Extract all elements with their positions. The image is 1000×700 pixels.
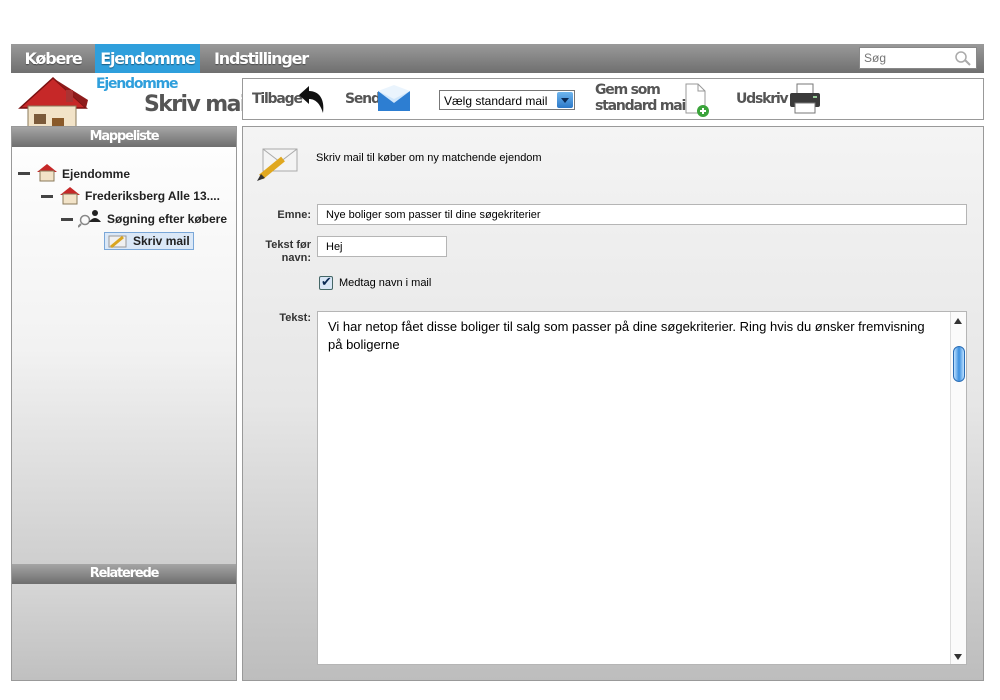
chevron-down-icon[interactable] [557, 92, 573, 108]
back-arrow-icon[interactable] [295, 83, 327, 115]
mail-body-textarea[interactable]: Vi har netop fået disse boliger til salg… [317, 311, 967, 665]
search-input[interactable] [860, 48, 948, 68]
include-name-checkbox[interactable] [319, 274, 333, 290]
house-icon [60, 187, 80, 205]
related-panel [12, 584, 236, 680]
pre-name-label-2: navn: [281, 252, 311, 264]
pre-name-label-1: Tekst før [265, 239, 311, 251]
related-header: Relaterede [12, 564, 236, 584]
collapse-icon[interactable] [18, 172, 30, 175]
scrollbar[interactable] [950, 312, 966, 664]
save-label-line1: Gem som [595, 82, 661, 98]
sidebar: Mappeliste Ejendomme Frederiksberg Alle … [11, 126, 237, 681]
include-name-label: Medtag navn i mail [339, 277, 432, 289]
search-box[interactable] [859, 47, 977, 69]
page-title: Skriv mail [144, 92, 253, 117]
house-icon [37, 164, 57, 182]
tree-item-skriv-mail[interactable]: Skriv mail [104, 232, 194, 250]
scroll-down-icon[interactable] [954, 654, 962, 660]
envelope-icon[interactable] [377, 85, 411, 113]
tree-item-ejendomme[interactable]: Ejendomme [62, 167, 130, 181]
collapse-icon[interactable] [61, 218, 73, 221]
tab-ejendomme[interactable]: Ejendomme [95, 44, 200, 73]
pre-name-field[interactable]: Hej [317, 236, 447, 257]
search-icon[interactable] [954, 50, 972, 66]
new-document-icon[interactable] [683, 81, 711, 119]
pencil-envelope-icon [108, 235, 127, 249]
mail-body-text: Vi har netop fået disse boliger til salg… [328, 319, 925, 352]
printer-icon[interactable] [787, 82, 823, 116]
tree-item-buyer-search[interactable]: Søgning efter købere [107, 212, 227, 226]
scroll-up-icon[interactable] [954, 318, 962, 324]
tree-item-property[interactable]: Frederiksberg Alle 13.... [85, 189, 220, 203]
standard-mail-select[interactable]: Vælg standard mail [439, 90, 575, 110]
subject-label: Emne: [277, 209, 311, 221]
save-label-line2: standard mail [595, 98, 690, 114]
search-person-icon [78, 210, 101, 228]
folder-list-header: Mappeliste [12, 127, 236, 147]
print-button[interactable]: Udskriv [736, 92, 789, 107]
subject-field[interactable]: Nye boliger som passer til dine søgekrit… [317, 204, 967, 225]
send-button[interactable]: Send [345, 92, 381, 107]
pencil-envelope-icon [257, 148, 298, 181]
section-title: Ejendomme [96, 76, 179, 92]
collapse-icon[interactable] [41, 195, 53, 198]
form-intro: Skriv mail til køber om ny matchende eje… [316, 152, 542, 164]
tab-indstillinger[interactable]: Indstillinger [211, 44, 311, 73]
scroll-thumb[interactable] [953, 346, 965, 382]
top-nav: Købere Ejendomme Indstillinger [11, 44, 984, 73]
tab-koebere[interactable]: Købere [11, 44, 95, 73]
tree-item-label: Skriv mail [133, 234, 190, 248]
mail-form: Skriv mail til køber om ny matchende eje… [242, 126, 984, 681]
text-label: Tekst: [279, 312, 311, 324]
toolbar: Tilbage Send Vælg standard mail Gem som … [242, 78, 984, 120]
standard-mail-select-value: Vælg standard mail [444, 94, 548, 108]
